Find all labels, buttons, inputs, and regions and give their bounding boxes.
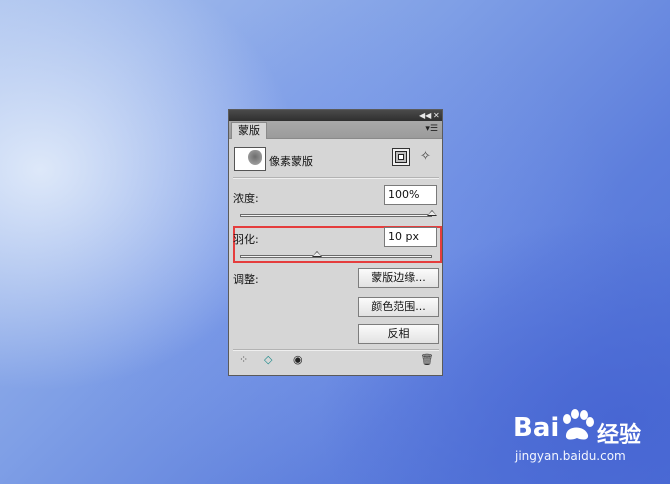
density-label: 浓度: [233,192,259,205]
density-input[interactable]: 100% [384,185,437,205]
feather-slider-thumb[interactable] [311,251,322,257]
tab-masks[interactable]: 蒙版 [231,122,267,139]
baidu-jingyan-watermark: Bai 经验 jingyan.baidu.com [513,409,663,469]
paw-icon [563,409,594,440]
density-slider-thumb[interactable] [427,210,437,216]
density-slider[interactable] [240,214,432,217]
close-icon[interactable]: ✕ [433,110,440,121]
trash-icon[interactable]: 🗑 [420,354,434,366]
mask-type-label: 像素蒙版 [269,155,313,168]
watermark-url: jingyan.baidu.com [515,449,626,463]
adjust-label: 调整: [233,273,259,286]
feather-label: 羽化: [233,233,259,246]
load-selection-icon[interactable]: ⁘ [239,354,248,366]
apply-mask-icon[interactable]: ◇ [264,354,272,366]
color-range-button[interactable]: 颜色范围... [358,297,439,317]
panel-titlebar: ◀◀ ✕ [229,110,442,121]
watermark-cn-text: 经验 [597,423,642,448]
invert-button[interactable]: 反相 [358,324,439,344]
panel-menu-icon[interactable]: ▾☰ [425,124,438,134]
divider [233,177,439,179]
feather-input[interactable]: 10 px [384,227,437,247]
double-arrow-left-icon[interactable]: ◀◀ [419,110,431,121]
feather-slider[interactable] [240,255,432,258]
mask-shape [248,150,262,165]
watermark-logo-text: Bai [513,413,560,443]
pixel-mask-icon[interactable] [392,148,410,166]
vector-mask-icon[interactable]: ✧ [420,149,431,165]
mask-thumbnail[interactable] [234,147,266,171]
masks-panel: ◀◀ ✕ 蒙版 ▾☰ 像素蒙版 ✧ 浓度: 100% 羽化: 10 px 调整:… [228,109,443,376]
tab-bar: 蒙版 ▾☰ [229,121,442,139]
mask-edge-button[interactable]: 蒙版边缘... [358,268,439,288]
eye-icon[interactable]: ◉ [293,354,303,366]
bottom-divider [233,349,439,351]
